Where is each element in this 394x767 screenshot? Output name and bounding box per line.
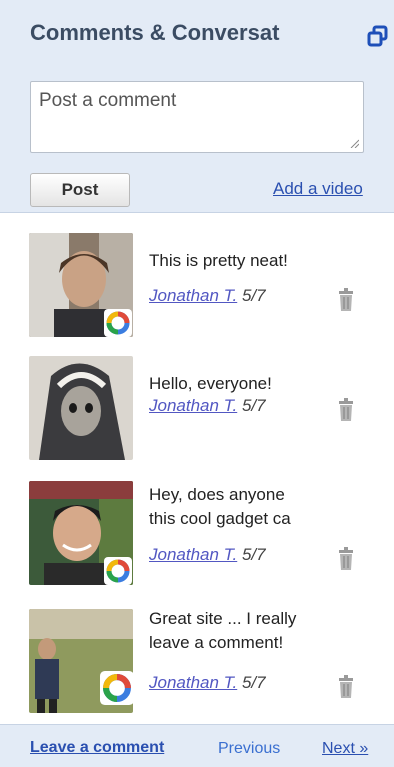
trash-icon[interactable]	[336, 547, 356, 571]
google-badge-icon	[100, 671, 134, 705]
comment-text: This is pretty neat!	[149, 251, 288, 270]
comment-item: Great site ... I really leave a comment!…	[0, 609, 394, 719]
author-link[interactable]: Jonathan T.	[149, 396, 237, 415]
leave-comment-link[interactable]: Leave a comment	[30, 739, 164, 757]
gadget-title: Comments & Conversat	[30, 20, 280, 45]
comment-date: 5/7	[241, 286, 266, 305]
avatar[interactable]	[29, 356, 133, 460]
comment-date: 5/7	[241, 396, 266, 415]
gadget-header: Comments & Conversat Post a comment Post…	[0, 0, 394, 213]
trash-icon[interactable]	[336, 398, 356, 422]
trash-icon[interactable]	[336, 675, 356, 699]
author-link[interactable]: Jonathan T.	[149, 545, 237, 564]
author-link[interactable]: Jonathan T.	[149, 673, 237, 692]
popout-icon[interactable]	[367, 25, 389, 47]
comment-item: Hey, does anyone this cool gadget ca Jon…	[0, 481, 394, 591]
post-button[interactable]: Post	[30, 173, 130, 207]
gadget-footer: Leave a comment Previous Next »	[0, 724, 394, 767]
comment-date: 5/7	[241, 545, 266, 564]
comment-text: Great site ... I really leave a comment!	[149, 609, 297, 652]
comment-meta: Jonathan T. 5/7	[149, 286, 266, 306]
comments-gadget: Comments & Conversat Post a comment Post…	[0, 0, 394, 767]
comment-input[interactable]: Post a comment	[30, 81, 364, 153]
previous-link[interactable]: Previous	[218, 740, 280, 758]
trash-icon[interactable]	[336, 288, 356, 312]
google-badge-icon	[104, 309, 132, 337]
resize-handle-icon[interactable]	[349, 138, 359, 148]
next-link[interactable]: Next »	[322, 740, 368, 758]
comment-text: Hey, does anyone this cool gadget ca	[149, 485, 291, 528]
author-link[interactable]: Jonathan T.	[149, 286, 237, 305]
comment-item: This is pretty neat! Jonathan T. 5/7	[0, 233, 394, 343]
comment-text: Hello, everyone!	[149, 374, 272, 393]
add-video-link[interactable]: Add a video	[273, 179, 394, 199]
comment-meta: Jonathan T. 5/7	[149, 396, 266, 416]
comment-placeholder: Post a comment	[39, 90, 177, 111]
google-badge-icon	[104, 557, 132, 585]
comment-date: 5/7	[241, 673, 266, 692]
comment-meta: Jonathan T. 5/7	[149, 673, 266, 693]
comment-list: This is pretty neat! Jonathan T. 5/7 Hel…	[0, 213, 394, 723]
comment-meta: Jonathan T. 5/7	[149, 545, 266, 565]
comment-item: Hello, everyone! Jonathan T. 5/7	[0, 356, 394, 466]
